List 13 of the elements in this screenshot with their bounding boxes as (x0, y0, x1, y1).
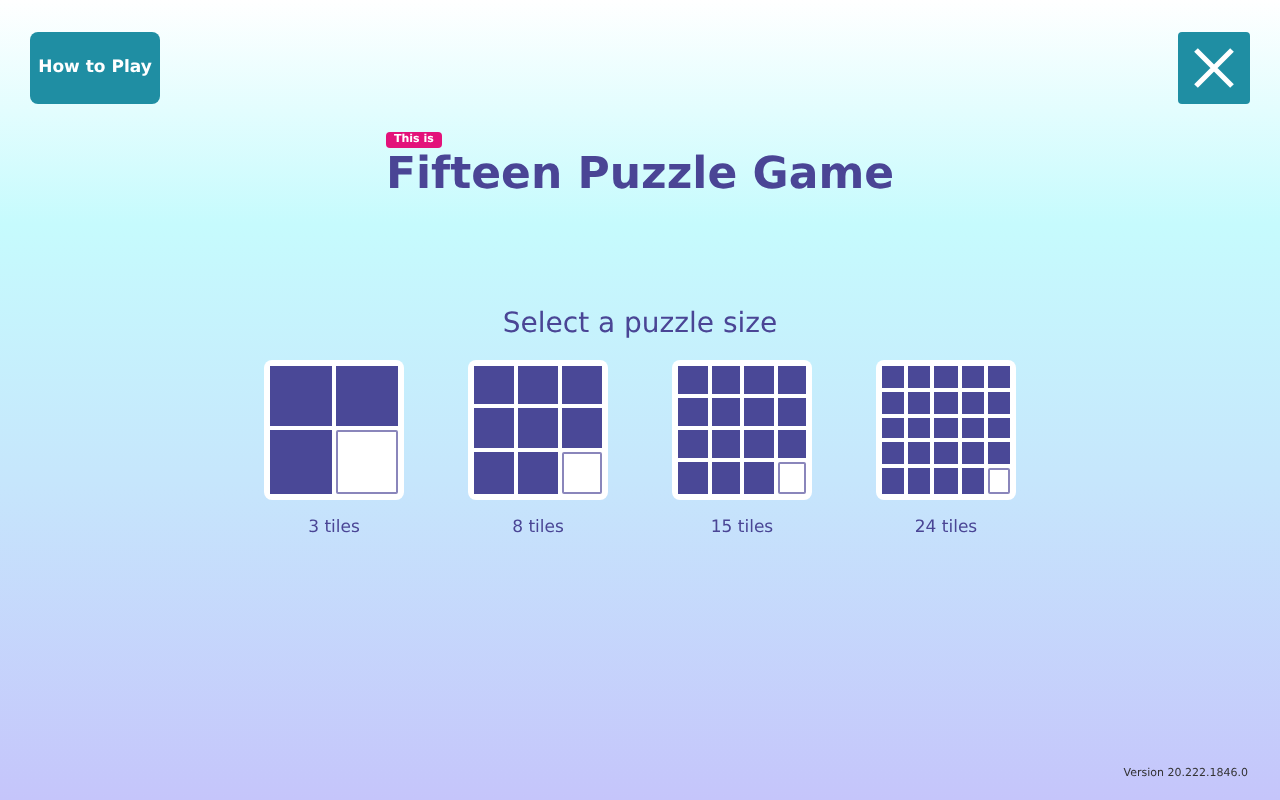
puzzle-size-option[interactable] (264, 360, 404, 500)
puzzle-size-option[interactable] (468, 360, 608, 500)
prompt-heading: Select a puzzle size (500, 308, 780, 340)
size-label: 8 tiles (512, 518, 564, 538)
close-icon (1192, 46, 1236, 90)
game-title: Fifteen Puzzle Game (385, 148, 895, 204)
close-button[interactable] (1178, 32, 1250, 104)
puzzle-size-option[interactable] (876, 360, 1016, 500)
how-to-play-button[interactable]: How to Play (30, 32, 160, 104)
size-label: 15 tiles (710, 518, 774, 538)
puzzle-size-option[interactable] (672, 360, 812, 500)
size-label: 24 tiles (914, 518, 978, 538)
size-label: 3 tiles (308, 518, 360, 538)
